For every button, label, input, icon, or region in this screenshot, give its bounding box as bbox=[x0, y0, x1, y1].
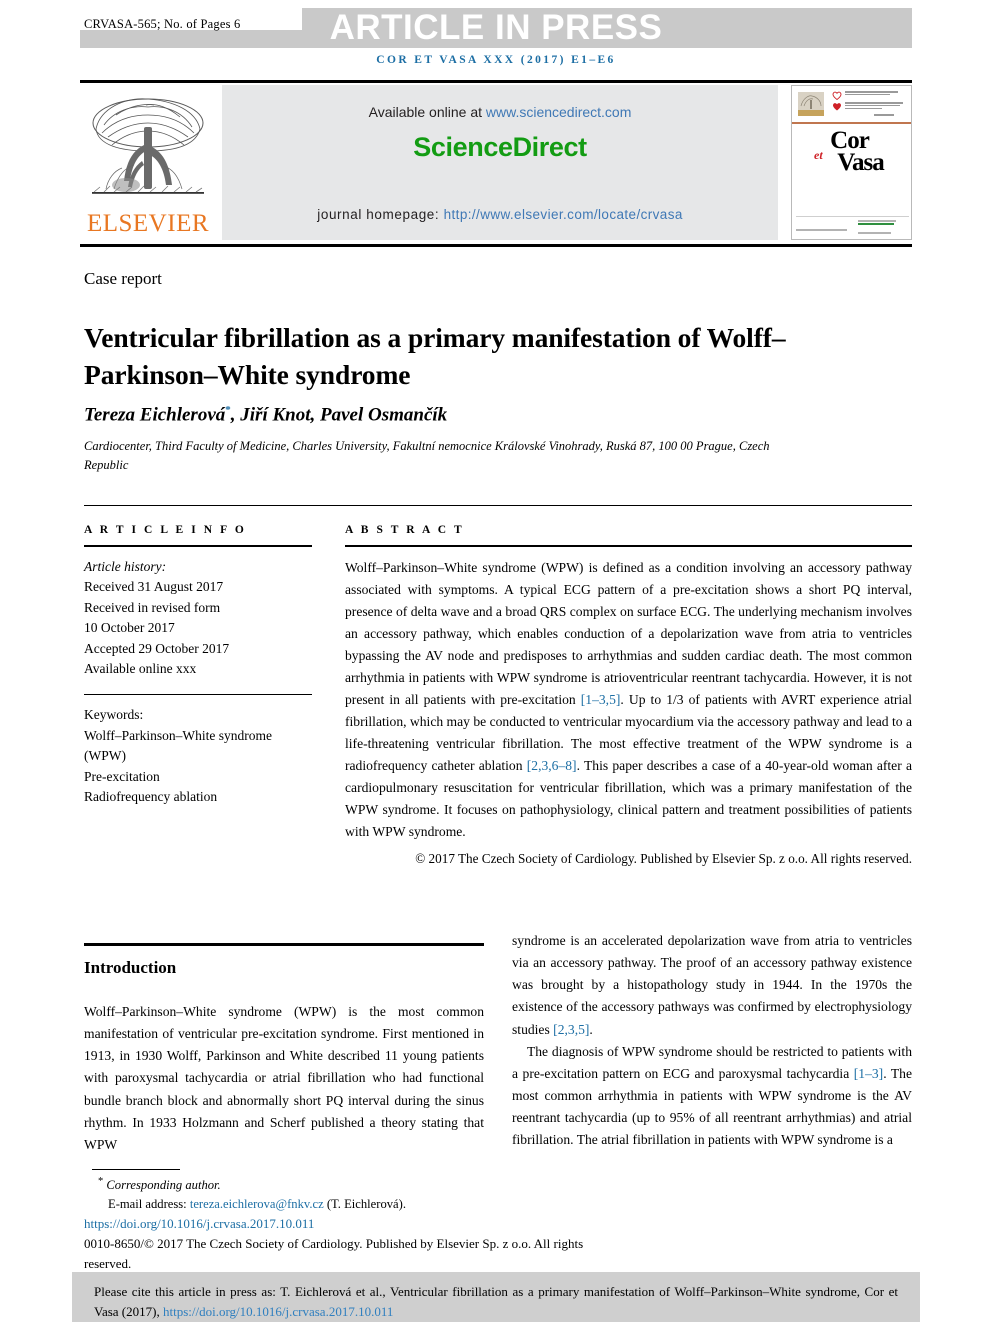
article-history-block: Article history: Received 31 August 2017… bbox=[84, 557, 312, 680]
heart-icon bbox=[832, 91, 842, 100]
footnote-rule bbox=[92, 1169, 180, 1170]
keyword-item: Pre-excitation bbox=[84, 768, 160, 784]
masthead-bottom-rule bbox=[80, 244, 912, 247]
sciencedirect-wordmark: ScienceDirect bbox=[413, 132, 587, 162]
cover-title-vasa: Vasa bbox=[837, 149, 885, 176]
journal-homepage-label: journal homepage: bbox=[317, 207, 444, 222]
article-id-label: CRVASA-565; No. of Pages 6 bbox=[84, 17, 241, 31]
article-info-heading: A R T I C L E I N F O bbox=[84, 524, 247, 536]
journal-cover-thumbnail: Cor et Vasa bbox=[791, 85, 912, 240]
abstract-part-1: Wolff–Parkinson–White syndrome (WPW) is … bbox=[345, 559, 912, 707]
keyword-item: Wolff–Parkinson–White syndrome bbox=[84, 727, 273, 743]
history-item: Available online xxx bbox=[84, 661, 197, 677]
heart-icon bbox=[833, 103, 841, 111]
doi-line: https://doi.org/10.1016/j.crvasa.2017.10… bbox=[84, 1214, 584, 1234]
author-list: Tereza Eichlerová*, Jiří Knot, Pavel Osm… bbox=[84, 404, 884, 426]
corresponding-author-marker: * bbox=[98, 1176, 104, 1187]
article-info-column: A R T I C L E I N F O Article history: R… bbox=[84, 524, 312, 808]
article-page: ARTICLE IN PRESS CRVASA-565; No. of Page… bbox=[0, 0, 992, 1323]
email-link[interactable]: tereza.eichlerova@fnkv.cz bbox=[190, 1197, 324, 1211]
elsevier-wordmark: ELSEVIER bbox=[86, 210, 210, 237]
body-column-right: syndrome is an accelerated depolarizatio… bbox=[512, 930, 912, 1152]
article-info-rule bbox=[84, 545, 312, 547]
history-item: Received in revised form bbox=[84, 599, 221, 615]
info-section-top-rule bbox=[84, 505, 912, 506]
author-rest: , Jiří Knot, Pavel Osmančík bbox=[230, 404, 448, 426]
right-p2-a: The diagnosis of WPW syndrome should be … bbox=[512, 1043, 912, 1081]
cover-title-et: et bbox=[814, 148, 823, 162]
elsevier-tree-icon bbox=[92, 98, 204, 194]
doi-link[interactable]: https://doi.org/10.1016/j.crvasa.2017.10… bbox=[84, 1216, 314, 1231]
journal-homepage-link[interactable]: http://www.elsevier.com/locate/crvasa bbox=[444, 207, 683, 222]
cover-text-lines bbox=[845, 102, 907, 111]
intro-paragraph-2: The diagnosis of WPW syndrome should be … bbox=[512, 1041, 912, 1152]
right-p1-b: . bbox=[589, 1021, 593, 1037]
cover-divider bbox=[792, 122, 911, 124]
abstract-text: Wolff–Parkinson–White syndrome (WPW) is … bbox=[345, 557, 912, 843]
cover-badge-group bbox=[832, 91, 907, 117]
journal-masthead: ELSEVIER Available online at www.science… bbox=[80, 85, 912, 240]
intro-paragraph-1-cont: syndrome is an accelerated depolarizatio… bbox=[512, 930, 912, 1041]
cite-this-article-text: Please cite this article in press as: T.… bbox=[94, 1282, 898, 1322]
cover-badge-row bbox=[832, 91, 907, 100]
running-head: COR ET VASA XXX (2017) E1–E6 bbox=[376, 54, 616, 66]
keyword-item: Radiofrequency ablation bbox=[84, 789, 218, 805]
abstract-citation-1[interactable]: [1–3,5] bbox=[581, 692, 621, 707]
elsevier-logo: ELSEVIER bbox=[84, 89, 212, 239]
journal-homepage-line: journal homepage: http://www.elsevier.co… bbox=[222, 207, 778, 222]
abstract-column: A B S T R A C T Wolff–Parkinson–White sy… bbox=[345, 524, 912, 867]
cover-text-lines bbox=[845, 91, 907, 97]
cover-badge-row bbox=[832, 102, 907, 111]
cover-green-bar bbox=[858, 223, 894, 225]
cover-tree-icon bbox=[798, 92, 824, 116]
corresponding-author-note: * Corresponding author. bbox=[84, 1174, 584, 1195]
keyword-item: (WPW) bbox=[84, 748, 126, 764]
abstract-copyright: © 2017 The Czech Society of Cardiology. … bbox=[415, 850, 912, 866]
available-online-text: Available online at bbox=[368, 104, 486, 120]
article-history-label: Article history: bbox=[84, 558, 167, 574]
affiliation: Cardiocenter, Third Faculty of Medicine,… bbox=[84, 439, 770, 473]
introduction-heading: Introduction bbox=[84, 958, 177, 977]
issn-copyright-line: 0010-8650/© 2017 The Czech Society of Ca… bbox=[84, 1236, 584, 1271]
email-suffix: (T. Eichlerová). bbox=[323, 1197, 406, 1212]
cover-journal-title: Cor et Vasa bbox=[792, 128, 911, 176]
body-section-rule bbox=[84, 943, 484, 946]
keywords-block: Keywords: Wolff–Parkinson–White syndrome… bbox=[84, 705, 312, 808]
abstract-citation-2[interactable]: [2,3,6–8] bbox=[527, 758, 577, 773]
cover-footer-lines bbox=[796, 220, 907, 235]
cover-bottom-divider bbox=[796, 216, 909, 217]
email-note: E-mail address: tereza.eichlerova@fnkv.c… bbox=[84, 1195, 584, 1214]
article-type-label: Case report bbox=[84, 269, 162, 288]
abstract-heading: A B S T R A C T bbox=[345, 524, 465, 536]
sciencedirect-banner: Available online at www.sciencedirect.co… bbox=[222, 85, 778, 240]
email-label: E-mail address: bbox=[108, 1197, 190, 1212]
body-citation-1[interactable]: [2,3,5] bbox=[553, 1022, 589, 1037]
body-citation-2[interactable]: [1–3] bbox=[854, 1066, 883, 1081]
cite-this-article-box: Please cite this article in press as: T.… bbox=[72, 1272, 920, 1322]
available-online-line: Available online at www.sciencedirect.co… bbox=[222, 104, 778, 120]
sciencedirect-url-link[interactable]: www.sciencedirect.com bbox=[486, 104, 632, 120]
page-title: Ventricular fibrillation as a primary ma… bbox=[84, 322, 786, 390]
corresponding-author-label: Corresponding author. bbox=[106, 1178, 221, 1193]
masthead-top-rule bbox=[80, 80, 912, 83]
history-item: Accepted 29 October 2017 bbox=[84, 640, 230, 656]
keywords-label: Keywords: bbox=[84, 707, 144, 723]
author-first: Tereza Eichlerová bbox=[84, 404, 226, 426]
intro-paragraph-1: Wolff–Parkinson–White syndrome (WPW) is … bbox=[84, 1004, 484, 1152]
body-column-left: Introduction Wolff–Parkinson–White syndr… bbox=[84, 958, 484, 1156]
abstract-rule bbox=[345, 545, 912, 547]
keywords-rule bbox=[84, 693, 312, 696]
history-item: Received 31 August 2017 bbox=[84, 579, 224, 595]
history-item: 10 October 2017 bbox=[84, 620, 175, 636]
cite-doi-link[interactable]: https://doi.org/10.1016/j.crvasa.2017.10… bbox=[163, 1304, 393, 1319]
footnote-block: * Corresponding author. E-mail address: … bbox=[84, 1174, 584, 1273]
